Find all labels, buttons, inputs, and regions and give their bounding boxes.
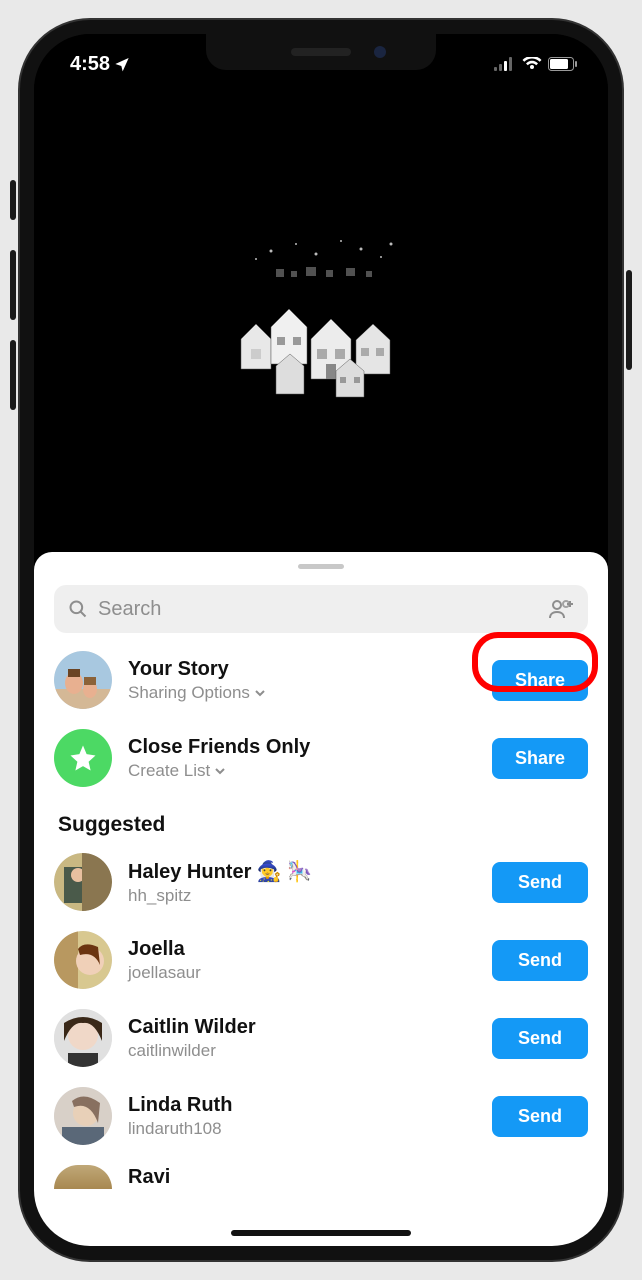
your-story-title: Your Story	[128, 658, 476, 681]
suggested-row[interactable]: Haley Hunter 🧙‍♀️ 🎠 hh_spitz Send	[34, 843, 608, 921]
contact-handle: caitlinwilder	[128, 1041, 476, 1061]
contact-name: Joella	[128, 938, 476, 961]
contact-handle: hh_spitz	[128, 886, 476, 906]
contact-handle: joellasaur	[128, 963, 476, 983]
screen: 4:58	[34, 34, 608, 1246]
close-friends-subtitle[interactable]: Create List	[128, 761, 476, 781]
cellular-signal-icon	[494, 57, 516, 71]
close-friends-share-button[interactable]: Share	[492, 738, 588, 779]
close-friends-row[interactable]: Close Friends Only Create List Share	[34, 719, 608, 797]
create-group-icon[interactable]	[548, 598, 574, 620]
contact-name: Ravi	[128, 1166, 588, 1189]
suggested-row[interactable]: Joella joellasaur Send	[34, 921, 608, 999]
send-button[interactable]: Send	[492, 1018, 588, 1059]
suggested-row[interactable]: Caitlin Wilder caitlinwilder Send	[34, 999, 608, 1077]
avatar	[54, 931, 112, 989]
speaker	[291, 48, 351, 56]
close-friends-avatar	[54, 729, 112, 787]
suggested-row[interactable]: Ravi	[34, 1155, 608, 1189]
your-story-subtitle[interactable]: Sharing Options	[128, 683, 476, 703]
battery-icon	[548, 57, 578, 71]
your-story-row[interactable]: Your Story Sharing Options Share	[34, 641, 608, 719]
send-button[interactable]: Send	[492, 940, 588, 981]
search-row[interactable]	[54, 585, 588, 633]
volume-up-button	[10, 250, 16, 320]
your-story-share-button[interactable]: Share	[492, 660, 588, 701]
device-frame: 4:58	[0, 0, 642, 1280]
story-preview-image	[216, 229, 426, 419]
notch	[206, 34, 436, 70]
sheet-grabber[interactable]	[298, 564, 344, 569]
volume-down-button	[10, 340, 16, 410]
contact-name: Linda Ruth	[128, 1094, 476, 1117]
status-time: 4:58	[70, 53, 110, 76]
star-icon	[68, 743, 98, 773]
search-input[interactable]	[98, 598, 538, 621]
avatar	[54, 1009, 112, 1067]
share-sheet[interactable]: Your Story Sharing Options Share	[34, 552, 608, 1246]
front-camera	[374, 46, 386, 58]
home-indicator[interactable]	[231, 1230, 411, 1236]
phone-body: 4:58	[20, 20, 622, 1260]
chevron-down-icon	[214, 765, 226, 777]
suggested-row[interactable]: Linda Ruth lindaruth108 Send	[34, 1077, 608, 1155]
story-preview[interactable]	[34, 34, 608, 554]
location-arrow-icon	[114, 56, 130, 72]
your-story-avatar	[54, 651, 112, 709]
power-button	[626, 270, 632, 370]
avatar	[54, 1087, 112, 1145]
close-friends-title: Close Friends Only	[128, 736, 476, 759]
send-button[interactable]: Send	[492, 862, 588, 903]
send-button[interactable]: Send	[492, 1096, 588, 1137]
wifi-icon	[522, 57, 542, 71]
avatar	[54, 1165, 112, 1189]
contact-handle: lindaruth108	[128, 1119, 476, 1139]
chevron-down-icon	[254, 687, 266, 699]
search-icon	[68, 599, 88, 619]
contact-name: Caitlin Wilder	[128, 1016, 476, 1039]
contact-name: Haley Hunter 🧙‍♀️ 🎠	[128, 859, 476, 884]
avatar	[54, 853, 112, 911]
share-list: Your Story Sharing Options Share	[34, 641, 608, 1189]
suggested-header: Suggested	[34, 797, 608, 843]
side-button	[10, 180, 16, 220]
